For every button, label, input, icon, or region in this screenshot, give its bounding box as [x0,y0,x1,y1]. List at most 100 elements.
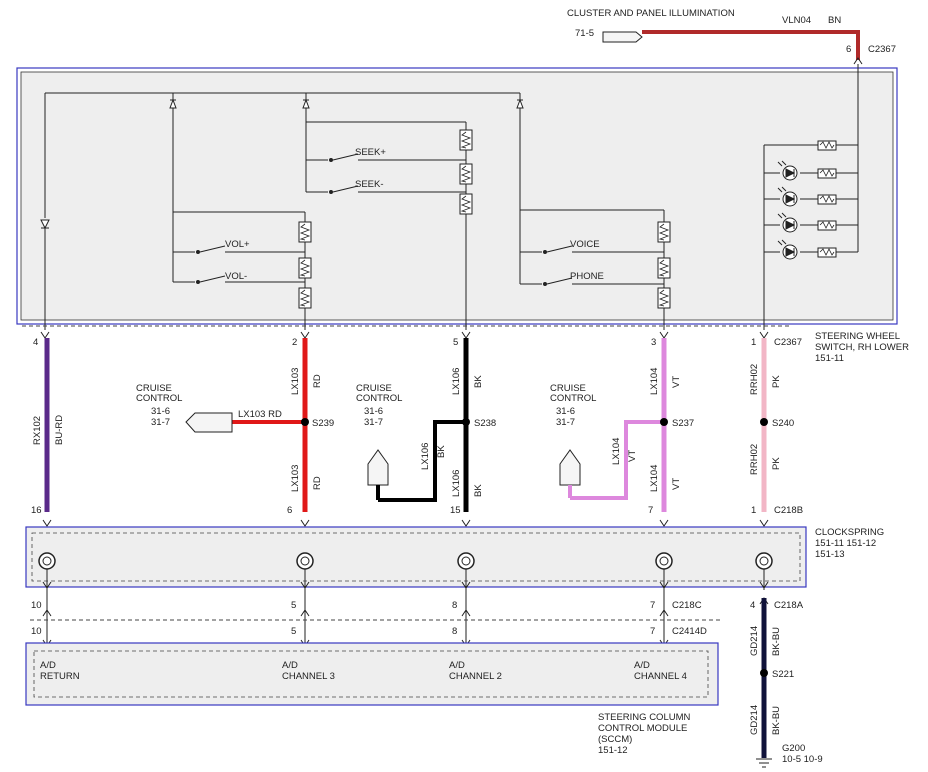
rd-label-lower: RD [312,476,323,490]
connector-pin-icon [853,57,863,65]
cruise-ref1-c: 31-6 [556,406,575,417]
cluster-label: CLUSTER AND PANEL ILLUMINATION [567,8,735,19]
clockspring-ref2: 151-13 [815,549,845,560]
lx103-label-upper: LX103 [290,368,301,395]
lx106-label-branch: LX106 [420,443,431,470]
s238-dot [462,418,470,426]
coil-icon [296,552,314,570]
pk-label-upper: PK [771,375,782,388]
bk-label-lower: BK [473,484,484,497]
pin-7-c2414d: 7 [650,626,655,637]
pin-8-c218c: 8 [452,600,457,611]
cruise-control-ref-3: CRUISE CONTROL 31-6 31-7 [550,383,596,498]
seek-minus-label: SEEK- [355,179,384,190]
connector-arrow-icon [185,412,233,433]
c2367-top-pin: 6 [846,44,851,55]
pin-3-top: 3 [651,337,656,348]
cluster-ref: 71-5 [575,28,594,39]
s237-dot [660,418,668,426]
lx104-label-lower: LX104 [649,465,660,492]
vt-label-lower: VT [671,478,682,490]
pin-7-mid: 7 [648,505,653,516]
clockspring-ref1: 151-11 151-12 [815,538,876,549]
pin-5-top: 5 [453,337,458,348]
vln04-color-label: BN [828,15,841,26]
ad-ch2-line2: CHANNEL 2 [449,671,502,682]
clockspring-name: CLOCKSPRING 151-11 151-12 151-13 [815,527,884,560]
pin-4-top: 4 [33,337,38,348]
bk-bu-label-lower: BK-BU [771,706,782,735]
gd214-label-lower: GD214 [749,705,760,735]
rx102-label: RX102 [32,416,43,445]
s237-label: S237 [672,418,694,429]
connector-arrow-icon [559,449,581,486]
coil-icon [755,552,773,570]
vol-minus-label: VOL- [225,271,247,282]
cluster-illumination-feed: CLUSTER AND PANEL ILLUMINATION 71-5 VLN0… [567,8,896,65]
clockspring-label: CLOCKSPRING [815,527,884,538]
s240-label: S240 [772,418,794,429]
lx103-label-lower: LX103 [290,465,301,492]
pin-8-c2414d: 8 [452,626,457,637]
pin-15-mid: 15 [450,505,461,516]
ad-ch3-line1: A/D [282,660,298,671]
steering-wheel-switch-box [16,67,898,325]
bk-label-branch: BK [436,445,447,458]
bk-bu-label-upper: BK-BU [771,627,782,656]
sccm-box [25,642,719,706]
rrh02-label-upper: RRH02 [749,364,760,395]
clockspring-box [25,526,807,588]
pin-6-mid: 6 [287,505,292,516]
seek-plus-label: SEEK+ [355,147,386,158]
cruise-line2-b: CONTROL [356,393,402,404]
g200-ref: 10-5 10-9 [782,754,823,765]
sccm-name-line1: STEERING COLUMN [598,712,691,723]
ad-ch4-line2: CHANNEL 4 [634,671,687,682]
cruise-ref2-b: 31-7 [364,417,383,428]
pin-7-c218c: 7 [650,600,655,611]
g200-label: G200 [782,743,805,754]
bk-label-upper: BK [473,375,484,388]
pin-10-c218c: 10 [31,600,42,611]
vln04-circuit-label: VLN04 [782,15,811,26]
s221-dot [760,669,768,677]
cruise-ref2-a: 31-7 [151,417,170,428]
lx103-rd-branch-label: LX103 RD [238,409,282,420]
pin-4-c218a: 4 [750,600,755,611]
cruise-control-ref-2: CRUISE CONTROL 31-6 31-7 [356,383,402,500]
ad-ch2-line1: A/D [449,660,465,671]
steering-wheel-switch-name: STEERING WHEEL SWITCH, RH LOWER 151-11 [815,331,909,364]
switch-name-line2: SWITCH, RH LOWER [815,342,909,353]
lx104-label-branch: LX104 [611,438,622,465]
lx106-label-upper: LX106 [451,368,462,395]
pk-label-lower: PK [771,457,782,470]
lx106-label-lower: LX106 [451,470,462,497]
phone-label: PHONE [570,271,604,282]
cruise-ref1-b: 31-6 [364,406,383,417]
pin-16: 16 [31,505,42,516]
sccm-name: STEERING COLUMN CONTROL MODULE (SCCM) 15… [598,712,691,756]
sccm-name-line2: CONTROL MODULE [598,723,687,734]
s238-label: S238 [474,418,496,429]
c2367-mid-label: C2367 [774,337,802,348]
ad-return-line2: RETURN [40,671,80,682]
gd214-label-upper: GD214 [749,626,760,656]
ad-ch4-line1: A/D [634,660,650,671]
lx104-label-upper: LX104 [649,368,660,395]
pin-1-mid: 1 [751,505,756,516]
connector-arrow-icon [367,449,389,486]
c2414d-label: C2414D [672,626,707,637]
vol-plus-label: VOL+ [225,239,250,250]
cruise-ref1-a: 31-6 [151,406,170,417]
connector-arrow-icon [602,31,643,43]
s240-dot [760,418,768,426]
ad-ch3-line2: CHANNEL 3 [282,671,335,682]
switch-name-ref: 151-11 [815,353,844,364]
pin-5-c218c: 5 [291,600,296,611]
sccm-name-line3: (SCCM) [598,734,632,745]
coil-icon [38,552,56,570]
c2367-top-label: C2367 [868,44,896,55]
coil-icon [457,552,475,570]
sccm-name-ref: 151-12 [598,745,628,756]
rd-label-upper: RD [312,374,323,388]
